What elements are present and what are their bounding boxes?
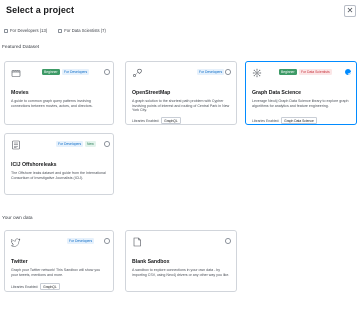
dialog-title: Select a project: [6, 5, 75, 15]
project-card-icij-offshoreleaks[interactable]: For Developers New ICIJ Offshoreleaks Th…: [4, 133, 114, 195]
project-card-blank-sandbox[interactable]: Blank Sandbox A sandbox to explore conne…: [125, 230, 237, 292]
filter-developers[interactable]: For Developers (13): [4, 28, 47, 33]
movie-icon: [11, 70, 21, 77]
libraries-label: Libraries Enabled:: [252, 118, 280, 123]
tag-new: New: [85, 141, 96, 147]
filter-data-scientists-checkbox[interactable]: [58, 28, 63, 33]
radio-openstreetmap[interactable]: [225, 69, 231, 75]
library-tag: Graph Data Science: [281, 117, 317, 125]
radio-graph-data-science[interactable]: [345, 69, 351, 75]
tag-for-developers: For Developers: [62, 69, 90, 75]
filter-data-scientists-label: For Data Scientists (7): [64, 28, 106, 33]
project-card-movies[interactable]: Beginner For Developers Movies A guide t…: [4, 61, 114, 125]
featured-section-heading: Featured Dataset: [2, 45, 40, 50]
card-title: ICIJ Offshoreleaks: [11, 162, 57, 168]
library-tag: GraphQL: [161, 117, 181, 125]
library-tag: GraphQL: [40, 283, 60, 291]
card-title: Movies: [11, 90, 29, 96]
card-description: Graph your Twitter network! This Sandbox…: [11, 268, 101, 277]
libraries-enabled: Libraries Enabled: GraphQL: [132, 117, 181, 125]
checkmark-icon: [347, 71, 351, 75]
filter-developers-label: For Developers (13): [10, 28, 48, 33]
blank-page-icon: [133, 237, 141, 247]
project-card-twitter[interactable]: For Developers Twitter Graph your Twitte…: [4, 230, 114, 292]
libraries-enabled: Libraries Enabled: Graph Data Science: [252, 117, 317, 125]
tag-for-developers: For Developers: [197, 69, 225, 75]
card-description: A sandbox to explore connections in your…: [132, 268, 230, 277]
libraries-label: Libraries Enabled:: [132, 118, 160, 123]
graph-network-icon: [252, 68, 262, 78]
filter-data-scientists[interactable]: For Data Scientists (7): [58, 28, 106, 33]
libraries-label: Libraries Enabled:: [11, 284, 39, 289]
twitter-icon: [11, 238, 21, 247]
card-description: Leverage Neo4j Graph Data Science librar…: [252, 99, 349, 108]
radio-movies[interactable]: [104, 69, 110, 75]
card-description: A graph solution to the shortest path pr…: [132, 99, 230, 113]
tag-beginner: Beginner: [279, 69, 297, 75]
tag-for-developers: For Developers: [56, 141, 84, 147]
card-description: The Offshore leaks dataset and guide fro…: [11, 171, 106, 180]
tag-for-developers: For Developers: [67, 238, 95, 244]
card-title: Blank Sandbox: [132, 259, 170, 265]
card-title: OpenStreetMap: [132, 90, 171, 96]
project-card-openstreetmap[interactable]: For Developers OpenStreetMap A graph sol…: [125, 61, 237, 125]
radio-icij-offshoreleaks[interactable]: [104, 141, 110, 147]
radio-twitter[interactable]: [104, 238, 110, 244]
close-button[interactable]: ✕: [344, 5, 356, 17]
card-description: A guide to common graph query patterns i…: [11, 99, 93, 108]
map-route-icon: [133, 68, 142, 77]
close-icon: ✕: [346, 6, 354, 15]
card-title: Twitter: [11, 259, 28, 265]
own-data-section-heading: Your own data: [2, 216, 33, 221]
radio-blank-sandbox[interactable]: [225, 238, 231, 244]
tag-for-data-scientists: For Data Scientists: [299, 69, 332, 75]
project-card-graph-data-science[interactable]: Beginner For Data Scientists Graph Data …: [245, 61, 357, 125]
document-icon: [12, 140, 20, 150]
libraries-enabled: Libraries Enabled: GraphQL: [11, 283, 60, 291]
filter-bar: For Developers (13) For Data Scientists …: [4, 28, 106, 33]
filter-developers-checkbox[interactable]: [4, 28, 8, 33]
card-title: Graph Data Science: [252, 90, 302, 96]
tag-beginner: Beginner: [42, 69, 60, 75]
